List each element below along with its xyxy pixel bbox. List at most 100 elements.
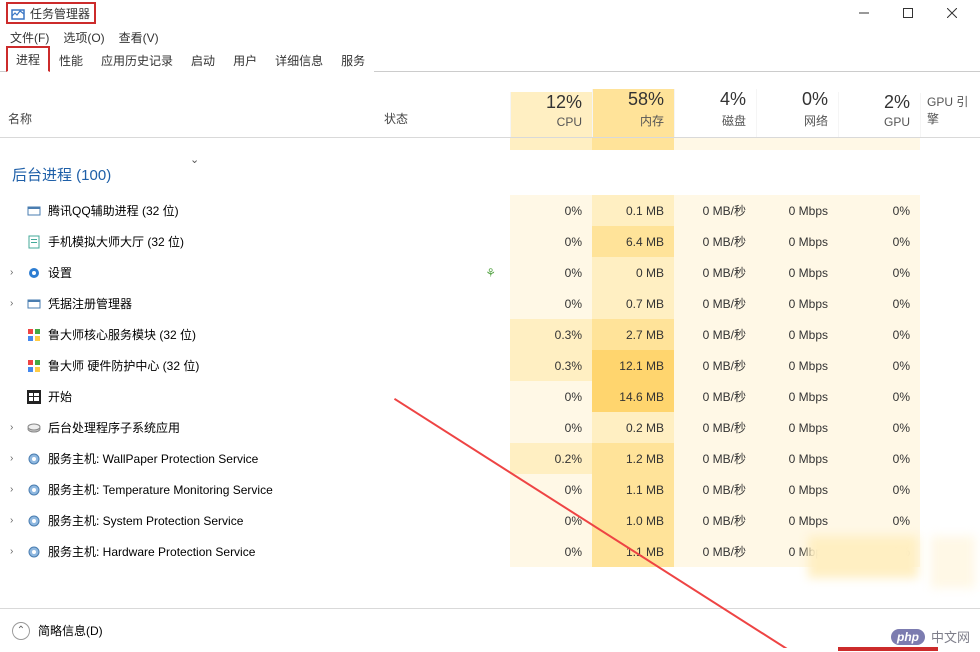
- process-name: 服务主机: System Protection Service: [48, 512, 243, 529]
- process-row[interactable]: › 设置 ⚘ 0% 0 MB 0 MB/秒 0 Mbps 0%: [0, 257, 980, 288]
- chevron-up-circle-icon[interactable]: ⌃: [12, 622, 30, 640]
- column-memory[interactable]: 58% 内存: [592, 89, 674, 137]
- process-icon: [26, 358, 42, 374]
- column-gpu[interactable]: 2% GPU: [838, 92, 920, 137]
- process-name: 服务主机: WallPaper Protection Service: [48, 450, 258, 467]
- cpu-cell: 0%: [510, 412, 592, 443]
- network-label: 网络: [757, 112, 828, 129]
- cpu-cell: 0%: [510, 505, 592, 536]
- memory-cell: 12.1 MB: [592, 350, 674, 381]
- process-row[interactable]: › 后台处理程序子系统应用 0% 0.2 MB 0 MB/秒 0 Mbps 0%: [0, 412, 980, 443]
- title-highlight: 任务管理器: [6, 2, 96, 24]
- cpu-cell: 0%: [510, 536, 592, 567]
- gpu-cell: 0%: [838, 319, 920, 350]
- process-list[interactable]: 后台进程 (100) › 腾讯QQ辅助进程 (32 位) 0% 0.1 MB 0…: [0, 138, 980, 648]
- process-row[interactable]: › 鲁大师核心服务模块 (32 位) 0.3% 2.7 MB 0 MB/秒 0 …: [0, 319, 980, 350]
- process-row[interactable]: › 腾讯QQ辅助进程 (32 位) 0% 0.1 MB 0 MB/秒 0 Mbp…: [0, 195, 980, 226]
- gpu-engine-cell: [920, 474, 978, 505]
- gpu-cell: 0%: [838, 412, 920, 443]
- less-details-button[interactable]: 简略信息(D): [38, 622, 103, 639]
- disk-cell: 0 MB/秒: [674, 443, 756, 474]
- process-name-cell: › 手机模拟大师大厅 (32 位): [0, 233, 510, 250]
- tab-startup[interactable]: 启动: [182, 48, 224, 72]
- column-disk[interactable]: 4% 磁盘: [674, 89, 756, 137]
- network-cell: 0 Mbps: [756, 381, 838, 412]
- process-row[interactable]: › 手机模拟大师大厅 (32 位) 0% 6.4 MB 0 MB/秒 0 Mbp…: [0, 226, 980, 257]
- expand-chevron-icon[interactable]: ›: [10, 546, 22, 557]
- watermark-logo: php: [891, 629, 925, 645]
- cpu-label: CPU: [511, 115, 582, 129]
- process-icon: [26, 265, 42, 281]
- memory-cell: 1.2 MB: [592, 443, 674, 474]
- minimize-button[interactable]: [842, 0, 886, 26]
- tab-users[interactable]: 用户: [224, 48, 266, 72]
- expand-chevron-icon[interactable]: ›: [10, 484, 22, 495]
- tab-apphistory[interactable]: 应用历史记录: [92, 48, 182, 72]
- disk-cell: 0 MB/秒: [674, 195, 756, 226]
- gpu-cell: 0%: [838, 257, 920, 288]
- disk-percent: 4%: [675, 89, 746, 110]
- process-row[interactable]: › 鲁大师 硬件防护中心 (32 位) 0.3% 12.1 MB 0 MB/秒 …: [0, 350, 980, 381]
- column-gpu-engine[interactable]: GPU 引擎: [920, 93, 978, 137]
- tab-details[interactable]: 详细信息: [266, 48, 332, 72]
- network-cell: 0 Mbps: [756, 474, 838, 505]
- network-cell: 0 Mbps: [756, 226, 838, 257]
- memory-cell: 1.1 MB: [592, 474, 674, 505]
- process-row[interactable]: › 服务主机: Temperature Monitoring Service 0…: [0, 474, 980, 505]
- cpu-cell: 0%: [510, 195, 592, 226]
- menu-options[interactable]: 选项(O): [61, 27, 106, 48]
- tab-processes[interactable]: 进程: [6, 46, 50, 72]
- gpu-cell: 0%: [838, 350, 920, 381]
- process-icon: [26, 296, 42, 312]
- process-icon: [26, 544, 42, 560]
- process-name-cell: › 设置 ⚘: [0, 264, 510, 281]
- expand-chevron-icon[interactable]: ›: [10, 298, 22, 309]
- expand-chevron-icon[interactable]: ›: [10, 267, 22, 278]
- expand-chevron-icon[interactable]: ›: [10, 515, 22, 526]
- cpu-cell: 0%: [510, 226, 592, 257]
- cpu-cell: 0.2%: [510, 443, 592, 474]
- expand-chevron-icon[interactable]: ›: [10, 422, 22, 433]
- process-row[interactable]: › 服务主机: System Protection Service 0% 1.0…: [0, 505, 980, 536]
- column-network[interactable]: 0% 网络: [756, 89, 838, 137]
- cpu-percent: 12%: [511, 92, 582, 113]
- leaf-icon: ⚘: [485, 266, 496, 280]
- process-icon: [26, 513, 42, 529]
- tab-services[interactable]: 服务: [332, 48, 374, 72]
- app-icon: [10, 5, 26, 21]
- expand-chevron-icon[interactable]: ›: [10, 453, 22, 464]
- column-status-label: 状态: [384, 110, 408, 127]
- tabs: 进程 性能 应用历史记录 启动 用户 详细信息 服务: [0, 48, 980, 72]
- close-button[interactable]: [930, 0, 974, 26]
- tab-performance[interactable]: 性能: [50, 48, 92, 72]
- process-row[interactable]: › 开始 0% 14.6 MB 0 MB/秒 0 Mbps 0%: [0, 381, 980, 412]
- maximize-button[interactable]: [886, 0, 930, 26]
- gpu-engine-cell: [920, 226, 978, 257]
- process-name-cell: › 服务主机: System Protection Service: [0, 512, 510, 529]
- cpu-cell: 0%: [510, 288, 592, 319]
- footer: ⌃ 简略信息(D): [0, 608, 980, 652]
- memory-cell: 0.1 MB: [592, 195, 674, 226]
- gpu-cell: 0%: [838, 381, 920, 412]
- disk-cell: 0 MB/秒: [674, 536, 756, 567]
- disk-cell: 0 MB/秒: [674, 381, 756, 412]
- memory-cell: 2.7 MB: [592, 319, 674, 350]
- disk-cell: 0 MB/秒: [674, 474, 756, 505]
- process-name-cell: › 鲁大师核心服务模块 (32 位): [0, 326, 510, 343]
- disk-cell: 0 MB/秒: [674, 288, 756, 319]
- network-cell: 0 Mbps: [756, 412, 838, 443]
- process-row[interactable]: › 凭据注册管理器 0% 0.7 MB 0 MB/秒 0 Mbps 0%: [0, 288, 980, 319]
- cpu-cell: 0%: [510, 257, 592, 288]
- memory-cell: 6.4 MB: [592, 226, 674, 257]
- process-name: 凭据注册管理器: [48, 295, 132, 312]
- menu-view[interactable]: 查看(V): [117, 27, 161, 48]
- column-cpu[interactable]: 12% CPU: [510, 92, 592, 137]
- watermark: php 中文网: [891, 627, 970, 646]
- menu-file[interactable]: 文件(F): [8, 27, 51, 48]
- column-headers: ⌄ 名称 状态 12% CPU 58% 内存 4% 磁盘 0% 网络 2% GP…: [0, 72, 980, 138]
- process-name-cell: › 凭据注册管理器: [0, 295, 510, 312]
- process-name: 后台处理程序子系统应用: [48, 419, 180, 436]
- process-icon: [26, 327, 42, 343]
- gpu-cell: 0%: [838, 443, 920, 474]
- network-cell: 0 Mbps: [756, 505, 838, 536]
